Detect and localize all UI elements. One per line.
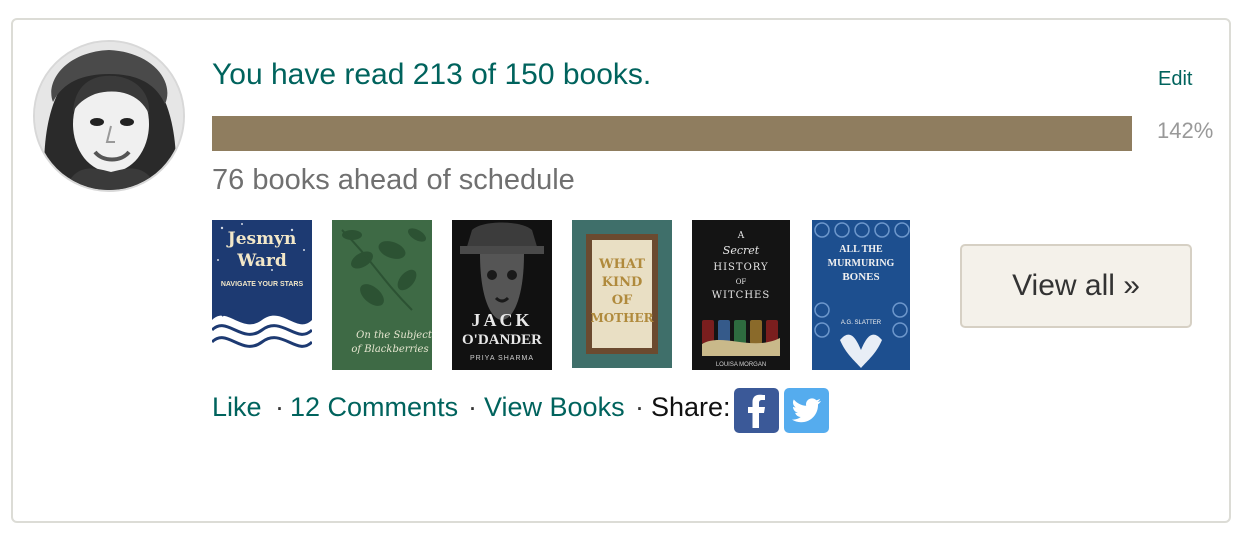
- cover-title-line1: A: [737, 231, 745, 241]
- book-cover-jack-odander[interactable]: JACK O'DANDER PRIYA SHARMA: [452, 220, 552, 370]
- book-cover-a-secret-history-of-witches[interactable]: A Secret HISTORY OF WITCHES LOUISA MORGA…: [692, 220, 790, 370]
- progress-bar-fill: [212, 116, 1132, 151]
- avatar-image: [35, 42, 183, 190]
- separator: ·: [275, 392, 284, 422]
- cover-title-line4: OF: [736, 278, 747, 286]
- share-label: Share:: [651, 392, 731, 422]
- twitter-icon[interactable]: [784, 388, 829, 433]
- book-cover-what-kind-of-mother[interactable]: WHAT KIND OF MOTHER: [572, 220, 672, 368]
- book-cover-navigate-your-stars[interactable]: Jesmyn Ward NAVIGATE YOUR STARS: [212, 220, 312, 358]
- cover-title-line2: O'DANDER: [462, 332, 542, 348]
- facebook-icon[interactable]: [734, 388, 779, 433]
- cover-author: LOUISA MORGAN: [716, 362, 766, 368]
- cover-author: PRIYA SHARMA: [470, 355, 534, 362]
- cover-title-line4: MOTHER: [590, 311, 654, 325]
- cover-title-line2: of Blackberries: [351, 344, 428, 355]
- challenge-title[interactable]: You have read 213 of 150 books.: [212, 58, 651, 92]
- cover-title-line3: OF: [612, 293, 633, 308]
- cover-title-line3: HISTORY: [713, 262, 768, 273]
- book-cover-all-the-murmuring-bones[interactable]: ALL THE MURMURING BONES A.G. SLATTER: [812, 220, 910, 370]
- cover-title-line2: KIND: [602, 275, 643, 290]
- comments-link[interactable]: 12 Comments: [290, 392, 458, 423]
- cover-subtitle: NAVIGATE YOUR STARS: [221, 281, 304, 288]
- book-cover-on-the-subject-of-blackberries[interactable]: On the Subject of Blackberries: [332, 220, 432, 370]
- cover-title-line2: MURMURING: [828, 258, 895, 269]
- separator: ·: [635, 392, 644, 422]
- progress-bar: [212, 116, 1132, 151]
- separator: ·: [468, 392, 477, 422]
- cover-title-line5: WITCHES: [712, 290, 770, 301]
- cover-author: A.G. SLATTER: [841, 320, 882, 326]
- cover-title-line1: ALL THE: [839, 244, 883, 255]
- cover-title-line2: Secret: [723, 244, 760, 257]
- edit-link[interactable]: Edit: [1158, 68, 1192, 91]
- progress-percent: 142%: [1157, 118, 1214, 143]
- cover-title-line1: WHAT: [598, 257, 645, 272]
- cover-author-line2: Ward: [236, 251, 287, 271]
- avatar[interactable]: [33, 40, 185, 192]
- like-link[interactable]: Like: [212, 392, 262, 423]
- cover-title-line1: JACK: [472, 310, 533, 330]
- schedule-status: 76 books ahead of schedule: [212, 164, 575, 196]
- cover-title-line3: BONES: [842, 271, 879, 283]
- cover-title-line1: On the Subject: [356, 330, 432, 341]
- view-books-link[interactable]: View Books: [484, 392, 625, 423]
- view-all-button[interactable]: View all »: [960, 244, 1192, 328]
- cover-author-line1: Jesmyn: [226, 229, 297, 249]
